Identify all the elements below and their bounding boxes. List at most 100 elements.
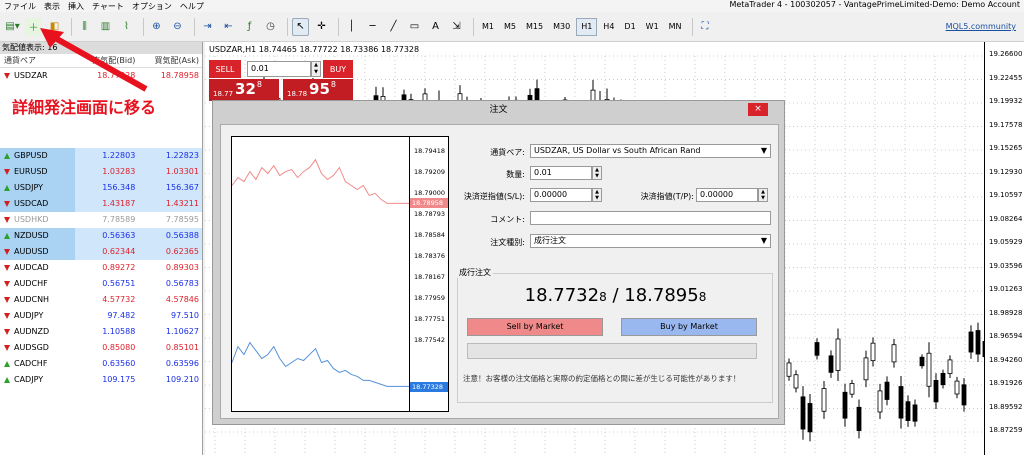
buy-by-market-button[interactable]: Buy by Market [621, 318, 757, 336]
timeframe-h4[interactable]: H4 [599, 18, 618, 36]
pair-cell: EURUSD [0, 164, 75, 180]
comment-input[interactable] [530, 211, 771, 225]
market-watch-row[interactable]: AUDUSD 0.62344 0.62365 [0, 244, 202, 260]
arrow-up-icon [4, 233, 10, 239]
text-label-icon[interactable]: ▭ [406, 18, 423, 36]
auto-scroll-icon[interactable]: ⇥ [199, 18, 216, 36]
pair-name: AUDSGD [14, 343, 49, 352]
buy-price-prefix: 18.78 [287, 90, 308, 98]
symbol-select[interactable]: USDZAR, US Dollar vs South African Rand … [530, 144, 771, 158]
horizontal-line-icon[interactable]: ─ [364, 18, 381, 36]
timeframe-w1[interactable]: W1 [642, 18, 663, 36]
pair-cell: CADCHF [0, 356, 75, 372]
menu-item[interactable]: 表示 [40, 1, 64, 12]
arrow-down-icon [4, 281, 10, 287]
arrow-up-icon [4, 153, 10, 159]
market-watch-row[interactable]: CADJPY 109.175 109.210 [0, 372, 202, 388]
trendline-icon[interactable]: ╱ [385, 18, 402, 36]
text-icon[interactable]: A [427, 18, 444, 36]
market-watch-row[interactable]: AUDCHF 0.56751 0.56783 [0, 276, 202, 292]
symbol-select-value: USDZAR, US Dollar vs South African Rand [534, 146, 701, 155]
menu-item[interactable]: ファイル [0, 1, 40, 12]
menu-item[interactable]: オプション [128, 1, 176, 12]
pair-cell: AUDCNH [0, 292, 75, 308]
indicators-icon[interactable]: ƒ [241, 18, 258, 36]
arrow-marker-icon[interactable]: ⇲ [448, 18, 465, 36]
market-watch-row[interactable] [0, 132, 202, 148]
arrow-down-icon [4, 345, 10, 351]
pair-name: NZDUSD [14, 231, 49, 240]
crosshair-icon[interactable]: ✛ [313, 18, 330, 36]
volume-input[interactable]: 0.01 [530, 166, 592, 180]
market-watch-row[interactable]: USDJPY 156.348 156.367 [0, 180, 202, 196]
sell-price-prefix: 18.77 [213, 90, 234, 98]
tick-chart-label: 18.78793 [414, 210, 446, 218]
tick-chart-label: 18.77959 [414, 294, 446, 302]
market-watch-row[interactable]: USDCAD 1.43187 1.43211 [0, 196, 202, 212]
zoom-out-icon[interactable]: ⊖ [169, 18, 186, 36]
one-click-buy-button[interactable]: BUY [323, 60, 353, 78]
one-click-sell-button[interactable]: SELL [209, 60, 241, 78]
market-watch-row[interactable]: AUDJPY 97.482 97.510 [0, 308, 202, 324]
price-axis-label: 19.19932 [989, 97, 1023, 105]
ask-price-tag: 18.78958 [410, 198, 448, 208]
mql5-community-link[interactable]: MQL5.community [946, 22, 1016, 31]
lot-spinner[interactable]: ▲ ▼ [311, 61, 321, 77]
take-profit-spinner[interactable]: ▲ ▼ [758, 188, 768, 202]
ask-cell: 7.78595 [165, 215, 199, 224]
market-watch-row[interactable]: USDHKD 7.78589 7.78595 [0, 212, 202, 228]
market-watch-row[interactable]: AUDNZD 1.10588 1.10627 [0, 324, 202, 340]
arrow-down-icon [4, 249, 10, 255]
volume-spinner[interactable]: ▲ ▼ [592, 166, 602, 180]
stop-loss-input[interactable]: 0.00000 [530, 188, 592, 202]
volume-label: 数量: [506, 170, 525, 179]
menu-item[interactable]: ヘルプ [176, 1, 208, 12]
menu-item[interactable]: 挿入 [64, 1, 88, 12]
one-click-sell-price[interactable]: 18.77 32 8 [209, 79, 279, 101]
bid-cell: 0.63560 [102, 359, 136, 368]
market-watch-row[interactable]: AUDSGD 0.85080 0.85101 [0, 340, 202, 356]
vertical-line-icon[interactable]: │ [343, 18, 360, 36]
pair-name: AUDUSD [14, 247, 49, 256]
pair-name: CADJPY [14, 375, 44, 384]
market-watch-row[interactable]: GBPUSD 1.22803 1.22823 [0, 148, 202, 164]
periods-icon[interactable]: ◷ [262, 18, 279, 36]
timeframe-m1[interactable]: M1 [478, 18, 498, 36]
buy-price-pips: 95 [309, 80, 330, 98]
take-profit-input[interactable]: 0.00000 [696, 188, 758, 202]
ask-cell: 0.56388 [138, 228, 202, 244]
pair-cell: AUDJPY [0, 308, 75, 324]
menu-item[interactable]: チャート [88, 1, 128, 12]
new-chart-icon[interactable]: ▤▾ [4, 18, 21, 36]
quote-separator: / [606, 285, 625, 306]
price-axis-label: 18.89592 [989, 402, 1023, 411]
market-watch-row[interactable]: AUDCAD 0.89272 0.89303 [0, 260, 202, 276]
timeframe-m5[interactable]: M5 [500, 18, 520, 36]
chart-shift-icon[interactable]: ⇤ [220, 18, 237, 36]
price-axis-label: 18.94260 [989, 355, 1023, 364]
pair-name: AUDNZD [14, 327, 50, 336]
market-watch-row[interactable]: EURUSD 1.03283 1.03301 [0, 164, 202, 180]
sell-by-market-button[interactable]: Sell by Market [467, 318, 603, 336]
close-icon[interactable]: × [748, 103, 768, 116]
market-watch-row[interactable]: CADCHF 0.63560 0.63596 [0, 356, 202, 372]
stop-loss-spinner[interactable]: ▲ ▼ [592, 188, 602, 202]
pair-cell: NZDUSD [0, 228, 75, 244]
order-type-select[interactable]: 成行注文 ▼ [530, 234, 771, 248]
timeframe-m15[interactable]: M15 [522, 18, 547, 36]
fullscreen-icon[interactable]: ⛶ [697, 18, 714, 36]
timeframe-d1[interactable]: D1 [620, 18, 639, 36]
arrow-down-icon [4, 169, 10, 175]
timeframe-m30[interactable]: M30 [549, 18, 574, 36]
market-watch-row[interactable]: AUDCNH 4.57732 4.57846 [0, 292, 202, 308]
one-click-buy-price[interactable]: 18.78 95 8 [283, 79, 353, 101]
timeframe-mn[interactable]: MN [665, 18, 686, 36]
one-click-lot-input[interactable]: 0.01 [247, 61, 311, 77]
market-watch-row[interactable]: NZDUSD 0.56363 0.56388 [0, 228, 202, 244]
price-axis-label: 19.22455 [989, 73, 1023, 82]
pair-cell: AUDCAD [0, 260, 75, 276]
cursor-icon[interactable]: ↖ [292, 17, 309, 36]
toolbar-separator [338, 17, 339, 36]
timeframe-h1[interactable]: H1 [576, 17, 598, 36]
arrow-up-icon [4, 361, 10, 367]
